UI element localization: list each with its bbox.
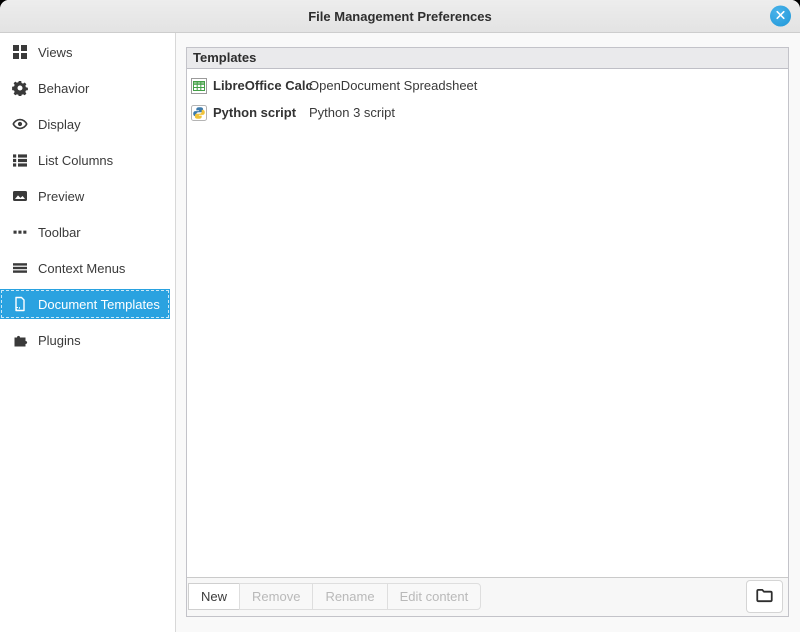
sidebar-item-label: List Columns [38, 153, 113, 168]
window-title: File Management Preferences [308, 9, 492, 24]
document-template-icon [12, 296, 28, 312]
sidebar-item-label: Toolbar [38, 225, 81, 240]
sidebar-item-preview[interactable]: Preview [0, 181, 170, 211]
list-columns-icon [12, 152, 28, 168]
titlebar[interactable]: File Management Preferences [0, 0, 800, 33]
templates-list: LibreOffice Calc OpenDocument Spreadshee… [187, 69, 788, 577]
templates-toolbar: New Remove Rename Edit content [187, 577, 788, 616]
sidebar-item-behavior[interactable]: Behavior [0, 73, 170, 103]
folder-icon [755, 586, 774, 608]
template-name: LibreOffice Calc [213, 78, 309, 93]
eye-icon [12, 116, 28, 132]
sidebar-item-display[interactable]: Display [0, 109, 170, 139]
template-actions: New Remove Rename Edit content [189, 583, 788, 610]
templates-column-header[interactable]: Templates [187, 48, 788, 69]
sidebar-item-views[interactable]: Views [0, 37, 170, 67]
image-icon [12, 188, 28, 204]
puzzle-icon [12, 332, 28, 348]
sidebar-item-list-columns[interactable]: List Columns [0, 145, 170, 175]
sidebar-item-label: Display [38, 117, 81, 132]
sidebar-item-label: Plugins [38, 333, 81, 348]
templates-panel: Templates LibreOffice Calc OpenDocument … [186, 47, 789, 617]
template-description: OpenDocument Spreadsheet [309, 78, 477, 93]
sidebar-item-document-templates[interactable]: Document Templates [0, 289, 170, 319]
action-button-remove: Remove [239, 583, 313, 610]
sidebar: Views Behavior Display List Columns [0, 33, 176, 632]
gear-icon [12, 80, 28, 96]
sidebar-item-context-menus[interactable]: Context Menus [0, 253, 170, 283]
template-description: Python 3 script [309, 105, 395, 120]
action-button-rename: Rename [312, 583, 387, 610]
template-row[interactable]: Python script Python 3 script [187, 99, 788, 126]
template-name: Python script [213, 105, 309, 120]
sidebar-item-label: Preview [38, 189, 84, 204]
action-button-edit-content: Edit content [387, 583, 482, 610]
close-button[interactable] [770, 6, 791, 27]
template-row[interactable]: LibreOffice Calc OpenDocument Spreadshee… [187, 72, 788, 99]
spreadsheet-icon [191, 78, 207, 94]
sidebar-item-plugins[interactable]: Plugins [0, 325, 170, 355]
action-button-new[interactable]: New [188, 583, 240, 610]
ellipsis-icon [12, 224, 28, 240]
sidebar-item-label: Document Templates [38, 297, 160, 312]
window-body: Views Behavior Display List Columns [0, 33, 800, 632]
templates-header-label: Templates [193, 50, 256, 65]
sidebar-item-label: Context Menus [38, 261, 125, 276]
sidebar-item-label: Views [38, 45, 72, 60]
sidebar-item-toolbar[interactable]: Toolbar [0, 217, 170, 247]
content-area: Templates LibreOffice Calc OpenDocument … [176, 33, 800, 632]
menu-icon [12, 260, 28, 276]
sidebar-item-label: Behavior [38, 81, 89, 96]
close-icon [775, 9, 786, 24]
preferences-window: File Management Preferences Views Behavi… [0, 0, 800, 632]
open-templates-folder-button[interactable] [746, 580, 783, 613]
grid-icon [12, 44, 28, 60]
python-icon [191, 105, 207, 121]
